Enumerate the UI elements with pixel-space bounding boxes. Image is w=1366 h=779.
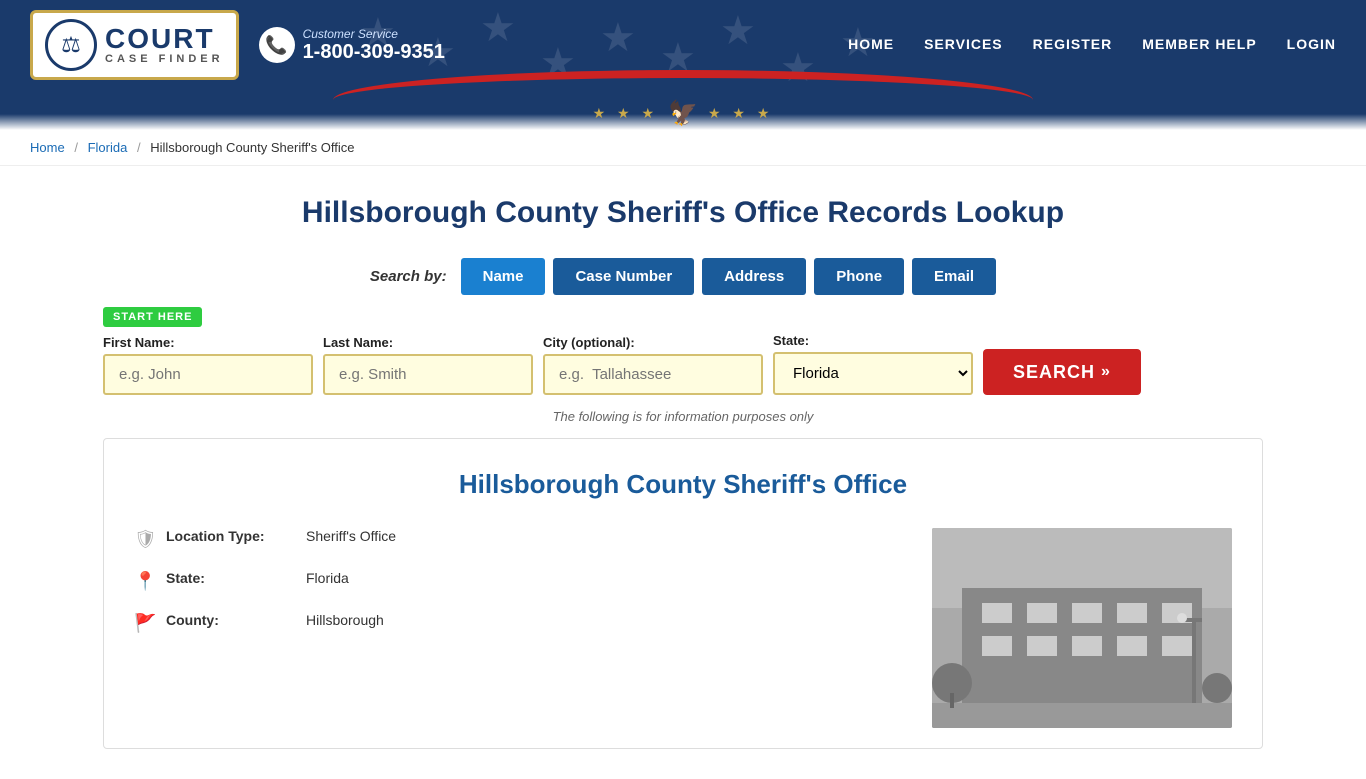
info-details: 🛡 Location Type: Sheriff's Office 📍 Stat…	[134, 528, 902, 728]
city-label: City (optional):	[543, 335, 763, 350]
state-label-info: State:	[166, 570, 296, 586]
phone-text: Customer Service 1-800-309-9351	[303, 27, 445, 64]
state-label: State:	[773, 333, 973, 348]
breadcrumb-sep-1: /	[74, 140, 78, 155]
logo-emblem: ⚖	[45, 19, 97, 71]
search-button-label: SEARCH	[1013, 362, 1095, 383]
banner-curve: ★ ★ ★ 🦅 ★ ★ ★	[0, 90, 1366, 130]
breadcrumb: Home / Florida / Hillsborough County She…	[0, 130, 1366, 166]
city-field-group: City (optional):	[543, 335, 763, 395]
location-type-label: Location Type:	[166, 528, 296, 544]
eagle-icon: 🦅	[668, 99, 698, 128]
flag-icon: 🚩	[134, 613, 156, 634]
first-name-label: First Name:	[103, 335, 313, 350]
phone-box: 📞 Customer Service 1-800-309-9351	[259, 27, 445, 64]
phone-icon: 📞	[259, 27, 295, 63]
nav-register[interactable]: REGISTER	[1033, 36, 1113, 54]
county-label: County:	[166, 612, 296, 628]
building-image	[932, 528, 1232, 728]
first-name-field-group: First Name:	[103, 335, 313, 395]
breadcrumb-home[interactable]: Home	[30, 140, 65, 155]
nav-login[interactable]: LOGIN	[1287, 36, 1336, 54]
last-name-field-group: Last Name:	[323, 335, 533, 395]
search-button[interactable]: SEARCH »	[983, 349, 1141, 395]
info-notice: The following is for information purpose…	[103, 409, 1263, 424]
start-here-badge: START HERE	[103, 307, 202, 327]
last-name-input[interactable]	[323, 354, 533, 395]
logo-text: COURT CASE FINDER	[105, 25, 224, 65]
first-name-input[interactable]	[103, 354, 313, 395]
tab-case-number[interactable]: Case Number	[553, 258, 694, 295]
phone-label: Customer Service	[303, 27, 445, 41]
nav-services[interactable]: SERVICES	[924, 36, 1003, 54]
breadcrumb-florida[interactable]: Florida	[88, 140, 128, 155]
county-value: Hillsborough	[306, 612, 384, 628]
tab-name[interactable]: Name	[461, 258, 546, 295]
city-input[interactable]	[543, 354, 763, 395]
form-fields-row: First Name: Last Name: City (optional): …	[103, 333, 1263, 395]
logo[interactable]: ⚖ COURT CASE FINDER	[30, 10, 239, 80]
tab-address[interactable]: Address	[702, 258, 806, 295]
shield-icon: 🛡	[134, 529, 156, 550]
main-nav: HOME SERVICES REGISTER MEMBER HELP LOGIN	[848, 36, 1336, 54]
page-title: Hillsborough County Sheriff's Office Rec…	[103, 196, 1263, 230]
info-card: Hillsborough County Sheriff's Office 🛡 L…	[103, 438, 1263, 749]
info-row-county: 🚩 County: Hillsborough	[134, 612, 902, 634]
tab-phone[interactable]: Phone	[814, 258, 904, 295]
state-select[interactable]: AlabamaAlaskaArizonaArkansas CaliforniaC…	[773, 352, 973, 395]
search-by-row: Search by: Name Case Number Address Phon…	[103, 258, 1263, 295]
state-value: Florida	[306, 570, 349, 586]
info-row-location-type: 🛡 Location Type: Sheriff's Office	[134, 528, 902, 550]
logo-finder-text: CASE FINDER	[105, 53, 224, 65]
header-left: ⚖ COURT CASE FINDER 📞 Customer Service 1…	[30, 10, 445, 80]
info-row-state: 📍 State: Florida	[134, 570, 902, 592]
last-name-label: Last Name:	[323, 335, 533, 350]
phone-number: 1-800-309-9351	[303, 41, 445, 64]
location-type-value: Sheriff's Office	[306, 528, 396, 544]
search-chevrons-icon: »	[1101, 363, 1111, 381]
info-card-body: 🛡 Location Type: Sheriff's Office 📍 Stat…	[134, 528, 1232, 728]
state-field-group: State: AlabamaAlaskaArizonaArkansas Cali…	[773, 333, 973, 395]
logo-court-text: COURT	[105, 25, 215, 53]
tab-email[interactable]: Email	[912, 258, 996, 295]
eagle-stars-right: ★ ★ ★	[708, 105, 773, 122]
main-content: Hillsborough County Sheriff's Office Rec…	[83, 166, 1283, 779]
breadcrumb-current: Hillsborough County Sheriff's Office	[150, 140, 354, 155]
nav-home[interactable]: HOME	[848, 36, 894, 54]
eagle-stars-left: ★ ★ ★	[593, 105, 658, 122]
info-card-title: Hillsborough County Sheriff's Office	[134, 469, 1232, 500]
search-by-label: Search by:	[370, 268, 447, 285]
building-svg	[932, 528, 1232, 728]
location-icon: 📍	[134, 571, 156, 592]
search-form-area: START HERE First Name: Last Name: City (…	[103, 307, 1263, 395]
nav-member-help[interactable]: MEMBER HELP	[1142, 36, 1256, 54]
breadcrumb-sep-2: /	[137, 140, 141, 155]
banner-eagle: ★ ★ ★ 🦅 ★ ★ ★	[593, 99, 774, 128]
